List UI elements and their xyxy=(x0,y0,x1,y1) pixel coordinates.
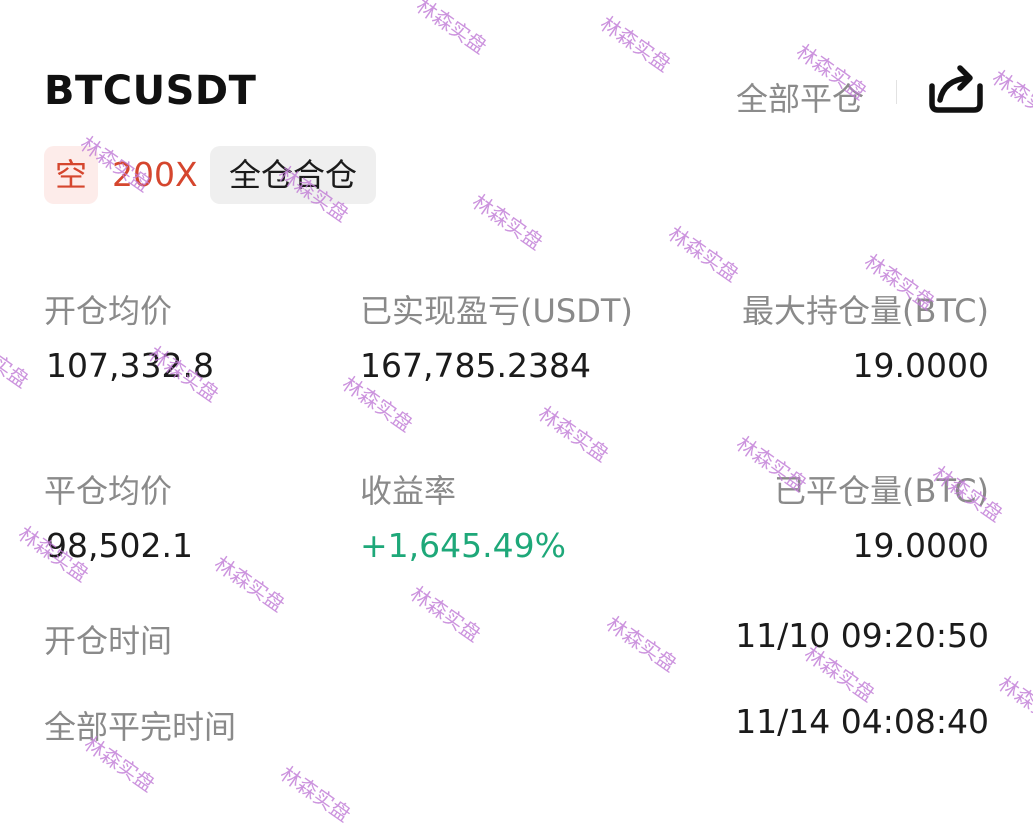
open-time-label: 开仓时间 xyxy=(44,622,173,660)
watermark: 林森实盘 xyxy=(411,0,492,59)
direction-badge: 空 xyxy=(44,146,98,204)
roi-value: +1,645.49% xyxy=(360,526,566,565)
header-divider xyxy=(896,80,897,104)
open-avg-label: 开仓均价 xyxy=(44,292,173,330)
watermark: 林森实盘 xyxy=(987,65,1033,131)
symbol-title: BTCUSDT xyxy=(44,68,257,114)
close-time-label: 全部平完时间 xyxy=(44,708,237,746)
roi-label: 收益率 xyxy=(360,472,457,510)
watermark: 林森实盘 xyxy=(0,327,34,393)
realized-pnl-value: 167,785.2384 xyxy=(360,346,591,385)
open-time-value: 11/10 09:20:50 xyxy=(735,616,989,655)
closed-qty-label: 已平仓量(BTC) xyxy=(774,472,989,510)
share-button[interactable] xyxy=(926,60,986,116)
close-all-button[interactable]: 全部平仓 xyxy=(736,74,864,120)
close-avg-label: 平仓均价 xyxy=(44,472,173,510)
share-icon xyxy=(929,65,983,113)
watermark: 林森实盘 xyxy=(209,551,290,617)
watermark: 林森实盘 xyxy=(533,401,614,467)
close-avg-value: 98,502.1 xyxy=(46,526,193,565)
watermark: 林森实盘 xyxy=(993,671,1033,737)
leverage-badge: 200X xyxy=(112,155,198,194)
watermark: 林森实盘 xyxy=(601,611,682,677)
open-avg-value: 107,332.8 xyxy=(46,346,214,385)
watermark: 林森实盘 xyxy=(467,189,548,255)
max-position-label: 最大持仓量(BTC) xyxy=(742,292,989,330)
margin-mode-badge: 全仓合仓 xyxy=(210,146,376,204)
max-position-value: 19.0000 xyxy=(852,346,989,385)
close-time-value: 11/14 04:08:40 xyxy=(735,702,989,741)
watermark: 林森实盘 xyxy=(275,761,356,827)
realized-pnl-label: 已实现盈亏(USDT) xyxy=(360,292,633,330)
watermark: 林森实盘 xyxy=(663,221,744,287)
closed-qty-value: 19.0000 xyxy=(852,526,989,565)
watermark: 林森实盘 xyxy=(595,11,676,77)
watermark: 林森实盘 xyxy=(405,581,486,647)
